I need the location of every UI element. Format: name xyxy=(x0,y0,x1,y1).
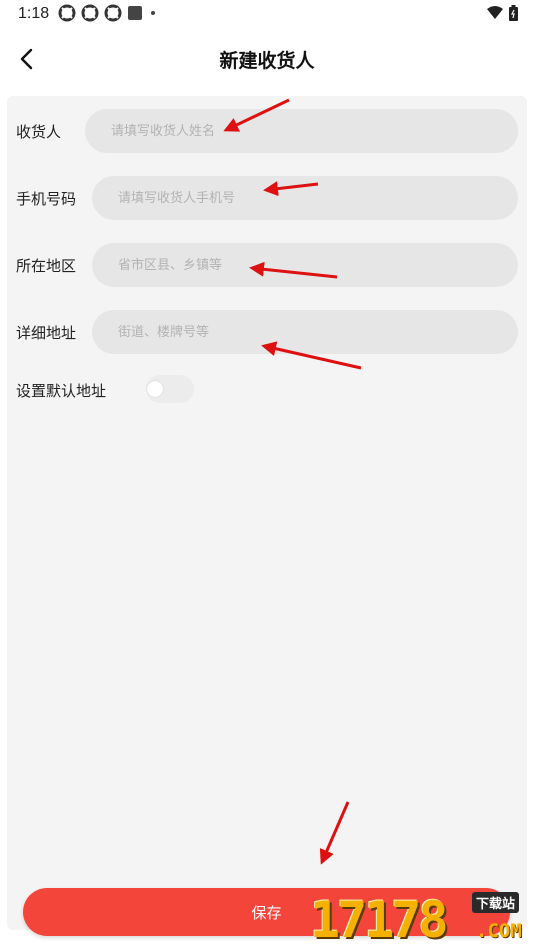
status-icons-left xyxy=(58,4,158,22)
sync-icon xyxy=(81,4,99,22)
toggle-knob xyxy=(147,381,163,397)
default-address-toggle[interactable] xyxy=(146,375,194,403)
default-address-label: 设置默认地址 xyxy=(16,382,107,400)
phone-row: 手机号码 xyxy=(7,176,527,220)
recipient-label: 收货人 xyxy=(16,123,62,141)
address-label: 详细地址 xyxy=(16,324,77,342)
region-row: 所在地区 xyxy=(7,243,527,287)
save-button[interactable]: 保存 xyxy=(23,888,510,936)
dot-icon xyxy=(148,8,158,18)
recipient-form: 收货人 手机号码 所在地区 详细地址 设置默认地址 xyxy=(7,96,527,930)
recipient-row: 收货人 xyxy=(7,109,527,153)
new-recipient-screen: 1:18 新建收货人 收货人 请填写收货人姓名 手机号码 请填写收货人手机号 所… xyxy=(0,0,534,950)
wifi-icon xyxy=(487,6,503,24)
page-title: 新建收货人 xyxy=(219,50,315,72)
battery-icon xyxy=(509,5,518,25)
phone-input[interactable] xyxy=(92,176,518,220)
status-time: 1:18 xyxy=(18,5,50,22)
status-icons-right xyxy=(487,5,518,25)
default-address-row: 设置默认地址 xyxy=(7,368,527,412)
address-input[interactable] xyxy=(92,310,518,354)
sync-icon xyxy=(58,4,76,22)
recipient-name-input[interactable] xyxy=(85,109,518,153)
address-row: 详细地址 xyxy=(7,310,527,354)
region-input[interactable] xyxy=(92,243,518,287)
square-icon xyxy=(127,5,143,21)
sync-icon xyxy=(104,4,122,22)
status-bar: 1:18 xyxy=(0,0,534,30)
phone-label: 手机号码 xyxy=(16,190,77,208)
page-header: 新建收货人 xyxy=(0,36,534,82)
region-label: 所在地区 xyxy=(16,257,77,275)
